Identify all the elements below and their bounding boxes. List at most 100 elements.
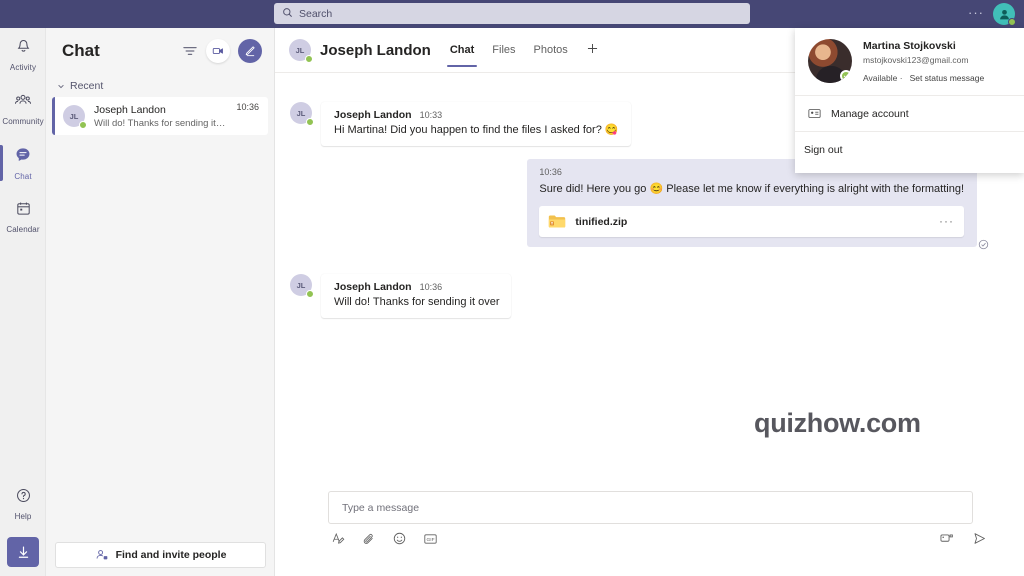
avatar: JL	[290, 274, 312, 296]
rail-item-calendar[interactable]: Calendar	[0, 190, 46, 244]
filter-button[interactable]	[180, 41, 200, 61]
rail-label: Activity	[10, 63, 36, 72]
add-tab-button[interactable]	[586, 42, 599, 58]
avatar-initials: JL	[297, 109, 306, 118]
rail-label: Community	[2, 117, 43, 126]
teams-window: Search ··· Activity	[0, 0, 1024, 576]
conversation-title: Joseph Landon	[320, 42, 431, 59]
plus-icon	[586, 42, 599, 55]
emoji-smiley-icon[interactable]	[392, 531, 407, 546]
sign-out-label: Sign out	[804, 144, 843, 156]
composer-right-tools	[939, 531, 987, 546]
rail-bottom: Help	[0, 477, 46, 576]
message-input[interactable]: Type a message	[328, 491, 973, 524]
conversation-tabs: Chat Files Photos	[450, 28, 599, 73]
zip-folder-icon	[548, 214, 566, 229]
chat-list-header: Chat	[46, 28, 274, 74]
find-and-invite-people-button[interactable]: Find and invite people	[55, 542, 266, 568]
search-placeholder: Search	[299, 8, 332, 20]
avatar[interactable]	[993, 3, 1015, 25]
profile-email: mstojkovski123@gmail.com	[863, 54, 984, 67]
rail-item-community[interactable]: Community	[0, 82, 46, 136]
rail-label: Chat	[14, 172, 31, 181]
set-status-message-button[interactable]: Set status message	[910, 73, 985, 83]
presence-indicator	[305, 55, 313, 63]
new-chat-button[interactable]	[238, 39, 262, 63]
message-body: Sure did! Here you go	[539, 183, 646, 195]
message-text: Hi Martina! Did you happen to find the f…	[334, 123, 619, 138]
recent-label: Recent	[70, 80, 103, 92]
list-item-name: Joseph Landon	[94, 103, 227, 117]
profile-summary: Martina Stojkovski mstojkovski123@gmail.…	[795, 28, 1024, 95]
recent-section-header[interactable]: Recent	[46, 74, 274, 97]
check-icon	[843, 73, 849, 79]
search-input[interactable]: Search	[274, 3, 750, 24]
svg-text:GIF: GIF	[427, 537, 435, 543]
avatar-initials: JL	[296, 46, 305, 55]
presence-indicator	[79, 121, 87, 129]
video-call-button[interactable]	[206, 39, 230, 63]
profile-name: Martina Stojkovski	[863, 39, 984, 53]
message-body-continued: Please let me know if everything is alri…	[666, 183, 964, 195]
rail-item-chat[interactable]: Chat	[0, 136, 46, 190]
sign-out-item[interactable]: Sign out	[795, 131, 1024, 167]
profile-menu: Martina Stojkovski mstojkovski123@gmail.…	[795, 28, 1024, 173]
avatar: JL	[63, 105, 85, 127]
calendar-icon	[15, 200, 32, 222]
message-text: Will do! Thanks for sending it over	[334, 295, 499, 310]
composer: Type a message	[275, 483, 1024, 576]
status-badge[interactable]: Available ·	[863, 73, 903, 83]
format-text-icon[interactable]	[331, 531, 346, 546]
message-input-placeholder: Type a message	[342, 502, 419, 514]
tab-photos[interactable]: Photos	[534, 28, 568, 73]
message-incoming: JL Joseph Landon 10:36 Will do! Thanks f…	[275, 274, 1024, 318]
rail-label: Calendar	[6, 225, 39, 234]
avatar-initials: JL	[297, 281, 306, 290]
message-bubble: Joseph Landon 10:33 Hi Martina! Did you …	[321, 102, 631, 146]
message-meta: Joseph Landon 10:36	[334, 281, 499, 293]
app-rail: Activity Community	[0, 28, 46, 576]
message-time: 10:36	[420, 282, 443, 292]
delivered-check-icon	[978, 239, 989, 250]
presence-indicator	[840, 70, 852, 82]
avatar-initials: JL	[70, 112, 79, 121]
download-button[interactable]	[7, 537, 39, 567]
people-icon	[14, 92, 32, 114]
rail-item-help[interactable]: Help	[0, 477, 46, 531]
more-options-icon[interactable]: ···	[968, 8, 984, 20]
manage-account-label: Manage account	[831, 108, 909, 120]
profile-status-row: Available · Set status message	[863, 73, 984, 83]
compose-pencil-icon	[244, 45, 257, 58]
manage-account-item[interactable]: Manage account	[795, 95, 1024, 131]
bell-icon	[15, 38, 32, 60]
question-circle-icon	[15, 487, 32, 509]
search-icon	[282, 5, 293, 23]
message-time: 10:33	[420, 110, 443, 120]
download-arrow-icon	[15, 544, 32, 561]
send-icon[interactable]	[972, 531, 987, 546]
rail-item-activity[interactable]: Activity	[0, 28, 46, 82]
emoji-icon: 😊	[649, 183, 663, 195]
profile-avatar[interactable]	[808, 39, 852, 83]
attach-paperclip-icon[interactable]	[362, 532, 376, 546]
top-bar: Search ···	[0, 0, 1024, 28]
file-more-options-icon[interactable]: ···	[939, 218, 954, 225]
watermark: quizhow.com	[754, 408, 921, 439]
filter-icon	[180, 41, 200, 61]
composer-tools: GIF	[331, 531, 438, 546]
chevron-down-icon	[57, 82, 65, 90]
sticker-icon[interactable]	[939, 532, 954, 546]
gif-icon[interactable]: GIF	[423, 532, 438, 546]
profile-text: Martina Stojkovski mstojkovski123@gmail.…	[863, 39, 984, 83]
avatar: JL	[290, 102, 312, 124]
message-sender: Joseph Landon	[334, 281, 412, 293]
rail-label: Help	[15, 512, 32, 521]
list-item-body: Joseph Landon Will do! Thanks for sendin…	[94, 103, 227, 130]
tab-chat[interactable]: Chat	[450, 28, 474, 73]
file-name: tinified.zip	[575, 216, 930, 228]
list-item[interactable]: JL Joseph Landon Will do! Thanks for sen…	[52, 97, 268, 135]
file-attachment[interactable]: tinified.zip ···	[539, 206, 964, 237]
id-card-icon	[808, 108, 821, 119]
message-text: Sure did! Here you go 😊 Please let me kn…	[539, 182, 964, 197]
tab-files[interactable]: Files	[492, 28, 515, 73]
